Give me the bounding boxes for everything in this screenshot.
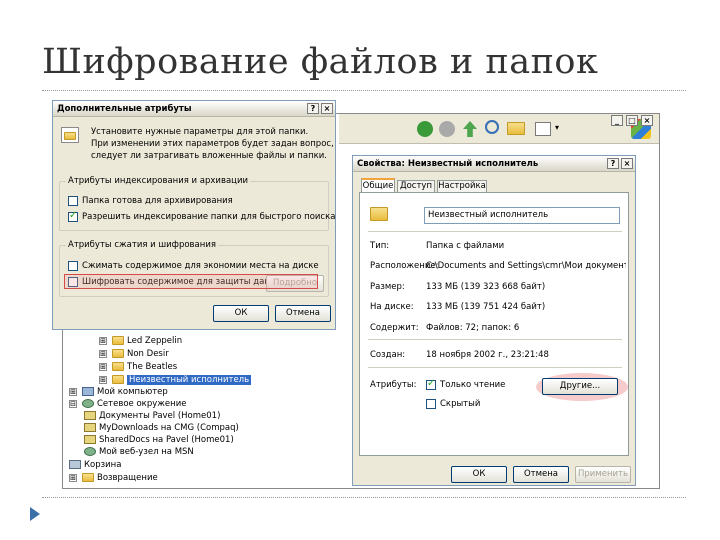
advanced-attributes-dialog: Дополнительные атрибуты ? × Установите н… [52,100,336,330]
compress-label: Сжимать содержимое для экономии места на… [82,261,319,271]
folder-icon [112,336,124,345]
help-icon[interactable]: ? [307,103,319,114]
type-label: Тип: [370,241,390,251]
contains-value: Файлов: 72; папок: 6 [426,323,520,333]
archive-label: Папка готова для архивирования [82,196,233,206]
help-icon[interactable]: ? [607,158,619,169]
folder-icon [112,362,124,371]
folder-icon [370,207,388,221]
contains-label: Содержит: [370,323,419,333]
close-icon[interactable]: × [621,158,633,169]
archive-checkbox[interactable] [68,196,78,206]
type-value: Папка с файлами [426,241,505,251]
recycle-bin-icon [69,460,81,469]
maximize-icon[interactable]: □ [626,115,638,126]
folder-icon [112,375,124,384]
indexing-group-title: Атрибуты индексирования и архивации [66,176,250,186]
created-label: Создан: [370,350,406,360]
tree-item[interactable]: Корзина [69,460,121,473]
tree-item[interactable]: Мой веб-узел на MSN [84,447,194,460]
search-icon[interactable] [485,120,499,134]
tab-general[interactable]: Общие [361,178,395,193]
apply-button[interactable]: Применить [575,466,631,483]
tree-item[interactable]: ⊞ Non Desir [99,349,169,362]
readonly-label: Только чтение [440,380,506,390]
properties-dialog: Свойства: Неизвестный исполнитель ? × Об… [352,155,636,486]
encrypt-highlight-annotation [64,274,318,289]
folder-icon [112,349,124,358]
folders-icon[interactable] [507,122,525,135]
ok-button[interactable]: ОК [213,305,269,322]
compress-checkbox[interactable] [68,261,78,271]
intro-text: следует ли затрагивать вложенные файлы и… [91,151,327,161]
properties-title: Свойства: Неизвестный исполнитель [353,156,635,172]
created-value: 18 ноября 2002 г., 23:21:48 [426,350,549,360]
cancel-button[interactable]: Отмена [275,305,331,322]
network-icon [82,399,94,408]
index-checkbox[interactable] [68,210,78,222]
slide-title: Шифрование файлов и папок [42,42,599,82]
folder-icon [82,473,94,482]
indexing-group: Атрибуты индексирования и архивации Папк… [59,176,335,231]
general-tab-panel: Неизвестный исполнитель Тип: Папка с фай… [359,192,629,456]
location-value: C:\Documents and Settings\cmr\Мои докуме… [426,261,626,271]
compression-group-title: Атрибуты сжатия и шифрования [66,240,218,250]
back-icon[interactable] [417,121,433,137]
advanced-title: Дополнительные атрибуты [53,101,335,117]
chevron-down-icon[interactable]: ▾ [555,123,559,132]
divider [368,367,622,368]
cancel-button[interactable]: Отмена [513,466,569,483]
views-icon[interactable] [535,122,551,136]
footer-divider [42,497,686,498]
tree-item[interactable]: ⊞ Led Zeppelin [99,336,182,349]
size-on-disk-value: 133 МБ (139 751 424 байт) [426,302,546,312]
folder-name-input[interactable]: Неизвестный исполнитель [424,207,620,224]
readonly-checkbox[interactable] [426,378,436,390]
shared-folder-icon [84,423,96,432]
bullet-arrow-icon [30,507,40,521]
close-icon[interactable]: × [641,115,653,126]
divider [368,231,622,232]
up-folder-icon[interactable] [463,121,477,137]
my-computer-icon [82,387,94,396]
index-label: Разрешить индексирование папки для быстр… [82,212,336,222]
folder-options-icon [61,127,79,143]
msn-icon [84,447,96,456]
hidden-label: Скрытый [440,399,481,409]
close-icon[interactable]: × [321,103,333,114]
tree-item[interactable]: ⊞ The Beatles [99,362,177,375]
other-attributes-button[interactable]: Другие... [542,378,618,395]
size-on-disk-label: На диске: [370,302,414,312]
title-divider [42,90,686,91]
shared-folder-icon [84,435,96,444]
tree-item[interactable]: ⊞ Возвращение [69,473,158,486]
intro-text: При изменении этих параметров будет зада… [91,139,334,149]
shared-folder-icon [84,411,96,420]
attributes-label: Атрибуты: [370,380,417,390]
size-label: Размер: [370,282,405,292]
compression-group: Атрибуты сжатия и шифрования Сжимать сод… [59,240,329,297]
forward-icon[interactable] [439,121,455,137]
divider [368,339,622,340]
hidden-checkbox[interactable] [426,399,436,409]
ok-button[interactable]: ОК [451,466,507,483]
minimize-icon[interactable]: _ [611,115,623,126]
intro-text: Установите нужные параметры для этой пап… [91,127,309,137]
size-value: 133 МБ (139 323 668 байт) [426,282,546,292]
